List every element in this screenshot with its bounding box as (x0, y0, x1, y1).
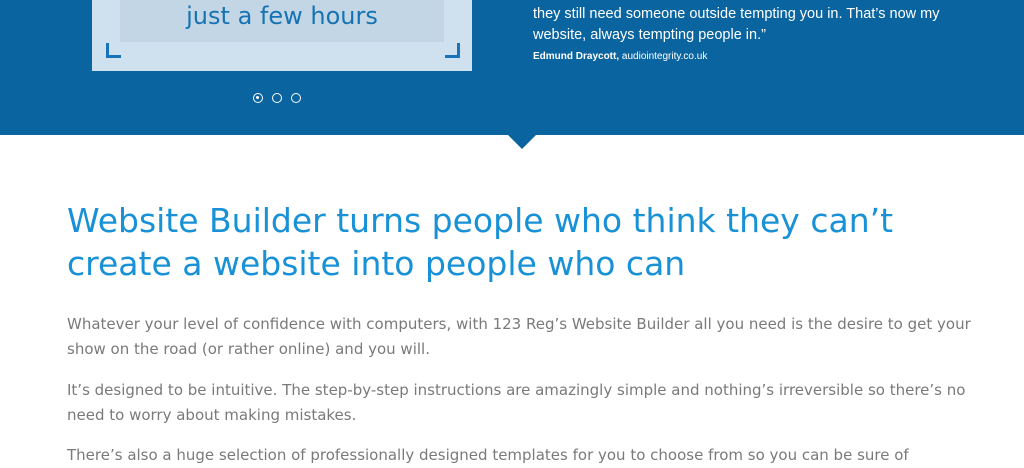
carousel-dot-1[interactable] (253, 93, 263, 103)
testimonial-citation: Edmund Draycott, audiointegrity.co.uk (533, 51, 707, 62)
quote-line: website, always tempting people in.” (533, 27, 766, 43)
carousel-dot-2[interactable] (272, 93, 282, 103)
frame-corner-icon (106, 43, 121, 58)
testimonial-site: audiointegrity.co.uk (621, 51, 708, 62)
body-paragraph: There’s also a huge selection of profess… (67, 446, 909, 464)
hero-banner: just a few hours they still need someone… (0, 0, 1024, 135)
section-heading: Website Builder turns people who think t… (67, 201, 894, 283)
slide-caption: just a few hours (186, 2, 378, 30)
frame-corner-icon (445, 43, 460, 58)
testimonial-author: Edmund Draycott, (533, 51, 620, 62)
carousel-dot-3[interactable] (291, 93, 301, 103)
body-paragraph: Whatever your level of confidence with c… (67, 315, 971, 358)
body-paragraph: It’s designed to be intuitive. The step-… (67, 381, 966, 424)
quote-line: they still need someone outside tempting… (533, 6, 940, 22)
section-pointer (508, 135, 536, 149)
hero-slide[interactable]: just a few hours (92, 0, 472, 71)
